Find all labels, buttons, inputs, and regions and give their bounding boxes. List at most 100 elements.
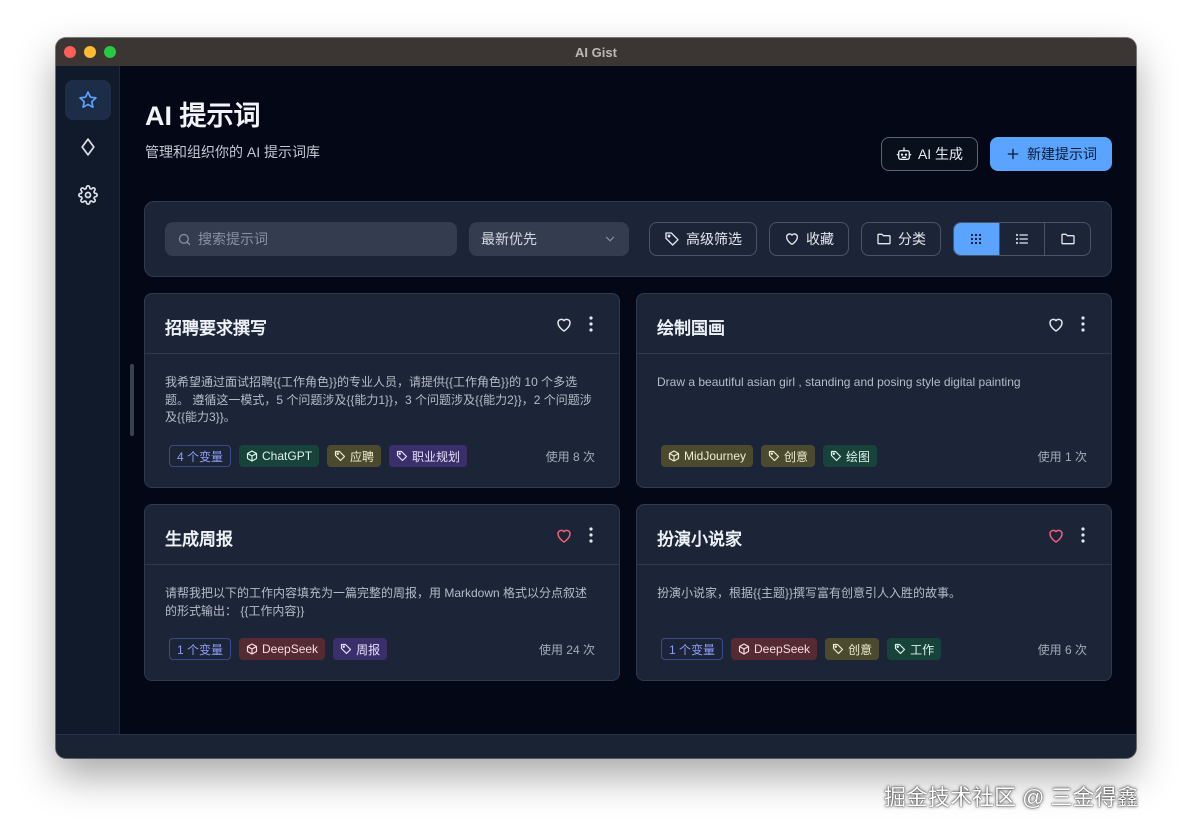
star-icon	[79, 91, 97, 108]
category-tag: 创意	[825, 638, 880, 660]
card-content: Draw a beautiful asian girl , standing a…	[657, 375, 1021, 389]
card-footer: MidJourney 创意 绘图 使用 1 次	[661, 445, 1087, 467]
category-tag-label: 职业规划	[412, 449, 461, 464]
plus-icon	[1007, 148, 1019, 160]
new-prompt-label: 新建提示词	[1027, 146, 1097, 162]
tag-icon	[665, 232, 679, 246]
usage-count: 使用 24 次	[538, 642, 595, 657]
gear-icon	[78, 185, 98, 205]
heart-icon	[786, 233, 798, 245]
app-window: AI Gist AI 提示词 管理和组织你的 AI 提示词库 AI 生成 新建提…	[56, 38, 1136, 758]
category-tag-label: 工作	[910, 642, 935, 657]
favorites-label: 收藏	[806, 231, 834, 247]
card-content: 我希望通过面试招聘{{工作角色}}的专业人员，请提供{{工作角色}}的 10 个…	[165, 375, 592, 424]
prompt-card[interactable]: 生成周报 请帮我把以下的工作内容填充为一篇完整的周报，用 Markdown 格式…	[144, 504, 620, 681]
ai-generate-label: AI 生成	[917, 146, 964, 162]
sidebar-item-explore[interactable]	[65, 127, 111, 167]
sidebar-item-settings[interactable]	[65, 175, 111, 215]
card-tags: 1 个变量 DeepSeek 周报	[169, 638, 539, 660]
card-header: 扮演小说家	[637, 505, 1111, 565]
traffic-lights	[64, 46, 116, 58]
model-badge: MidJourney	[661, 445, 754, 467]
maximize-window-button[interactable]	[104, 46, 116, 58]
advanced-filter-label: 高级筛选	[686, 231, 742, 247]
card-header: 招聘要求撰写	[145, 294, 619, 354]
category-tag-label: 应聘	[350, 449, 375, 464]
categories-button[interactable]: 分类	[861, 222, 941, 256]
list-view-button[interactable]	[998, 223, 1045, 255]
minimize-window-button[interactable]	[84, 46, 96, 58]
sort-select-value: 最新优先	[481, 231, 537, 247]
search-input[interactable]	[198, 231, 448, 247]
category-tag-label: 创意	[784, 449, 809, 464]
more-vertical-icon[interactable]	[1079, 526, 1087, 544]
tag-icon	[830, 450, 842, 462]
prompt-card[interactable]: 招聘要求撰写 我希望通过面试招聘{{工作角色}}的专业人员，请提供{{工作角色}…	[144, 293, 620, 488]
card-tags: MidJourney 创意 绘图	[661, 445, 1038, 467]
new-prompt-button[interactable]: 新建提示词	[990, 137, 1112, 171]
tag-icon	[334, 450, 346, 462]
prompt-card[interactable]: 扮演小说家 扮演小说家，根据{{主题}}撰写富有创意引人入胜的故事。 1 个变量…	[636, 504, 1112, 681]
card-footer: 1 个变量 DeepSeek 创意 工作 使用 6 次	[661, 638, 1087, 660]
cube-icon	[246, 450, 258, 462]
category-tag: 绘图	[823, 445, 878, 467]
category-tag: 应聘	[327, 445, 382, 467]
card-footer: 1 个变量 DeepSeek 周报 使用 24 次	[169, 638, 595, 660]
robot-icon	[896, 147, 912, 160]
category-tag-label: 创意	[848, 642, 873, 657]
category-tag: 职业规划	[389, 445, 468, 467]
heart-icon[interactable]	[555, 527, 573, 545]
chevron-down-icon	[605, 236, 615, 242]
main-content: AI 提示词 管理和组织你的 AI 提示词库 AI 生成 新建提示词 最新优先	[120, 66, 1136, 734]
card-header: 生成周报	[145, 505, 619, 565]
category-tag: 工作	[887, 638, 942, 660]
heart-icon[interactable]	[555, 316, 573, 334]
model-name: DeepSeek	[262, 642, 319, 656]
heart-icon[interactable]	[1047, 527, 1065, 545]
card-tags: 4 个变量 ChatGPT 应聘 职业规划	[169, 445, 546, 467]
ai-generate-button[interactable]: AI 生成	[881, 137, 978, 171]
diamond-icon	[81, 138, 95, 156]
usage-count: 使用 8 次	[545, 449, 595, 464]
close-window-button[interactable]	[64, 46, 76, 58]
view-mode-group	[953, 222, 1091, 256]
list-icon	[1015, 233, 1028, 245]
more-vertical-icon[interactable]	[587, 315, 595, 333]
advanced-filter-button[interactable]: 高级筛选	[649, 222, 757, 256]
cube-icon	[668, 450, 680, 462]
grid-view-button[interactable]	[954, 223, 999, 255]
sort-select[interactable]: 最新优先	[469, 222, 629, 256]
more-vertical-icon[interactable]	[587, 526, 595, 544]
model-badge: DeepSeek	[239, 638, 326, 660]
card-title: 扮演小说家	[657, 530, 742, 549]
category-tag: 周报	[333, 638, 388, 660]
sidebar-item-prompts[interactable]	[65, 80, 111, 120]
tag-icon	[768, 450, 780, 462]
folder-icon	[1061, 233, 1075, 245]
scrollbar-thumb[interactable]	[130, 364, 134, 436]
prompt-card[interactable]: 绘制国画 Draw a beautiful asian girl , stand…	[636, 293, 1112, 488]
tag-icon	[832, 643, 844, 655]
page-subtitle: 管理和组织你的 AI 提示词库	[145, 144, 321, 160]
status-bar	[56, 734, 1136, 758]
title-bar: AI Gist	[56, 38, 1136, 66]
category-tag-label: 绘图	[846, 449, 871, 464]
favorites-button[interactable]: 收藏	[769, 222, 849, 256]
tag-icon	[894, 643, 906, 655]
filter-toolbar: 最新优先 高级筛选 收藏 分类	[144, 201, 1112, 277]
card-title: 招聘要求撰写	[165, 319, 267, 338]
more-vertical-icon[interactable]	[1079, 315, 1087, 333]
model-name: ChatGPT	[262, 449, 313, 463]
card-tags: 1 个变量 DeepSeek 创意 工作	[661, 638, 1038, 660]
model-name: MidJourney	[684, 449, 747, 463]
card-header: 绘制国画	[637, 294, 1111, 354]
usage-count: 使用 1 次	[1037, 449, 1087, 464]
card-content: 扮演小说家，根据{{主题}}撰写富有创意引人入胜的故事。	[657, 586, 962, 600]
heart-icon[interactable]	[1047, 316, 1065, 334]
window-title: AI Gist	[575, 44, 617, 60]
search-box[interactable]	[165, 222, 457, 256]
model-badge: DeepSeek	[731, 638, 818, 660]
page-title: AI 提示词	[145, 101, 261, 131]
folder-view-button[interactable]	[1044, 223, 1090, 255]
variable-count-badge: 1 个变量	[169, 638, 232, 660]
